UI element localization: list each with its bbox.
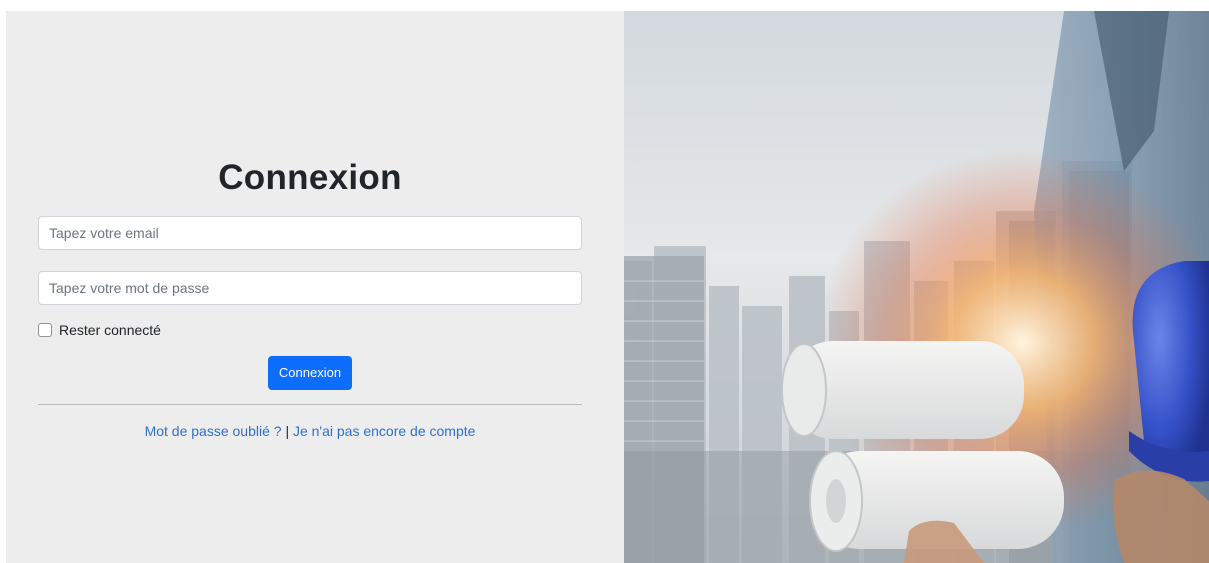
login-panel: Connexion Rester connecté Connexion Mot … [6, 11, 624, 563]
hard-hat [1129, 261, 1209, 482]
remember-me-row: Rester connecté [38, 321, 582, 339]
signup-link[interactable]: Je n'ai pas encore de compte [293, 423, 475, 439]
account-links: Mot de passe oublié ? | Je n'ai pas enco… [38, 422, 582, 440]
hero-illustration [624, 11, 1209, 563]
remember-me-label[interactable]: Rester connecté [59, 321, 161, 339]
page-title: Connexion [218, 158, 402, 197]
remember-me-checkbox[interactable] [38, 323, 52, 337]
email-field[interactable] [38, 216, 582, 250]
password-field[interactable] [38, 271, 582, 305]
login-button[interactable]: Connexion [267, 356, 353, 390]
link-separator: | [285, 423, 290, 439]
login-page: Connexion Rester connecté Connexion Mot … [6, 11, 1209, 563]
submit-row: Connexion [38, 356, 582, 390]
login-form: Connexion Rester connecté Connexion Mot … [38, 155, 582, 440]
forgot-password-link[interactable]: Mot de passe oublié ? [145, 423, 282, 439]
hero-image [624, 11, 1209, 563]
divider [38, 404, 582, 405]
